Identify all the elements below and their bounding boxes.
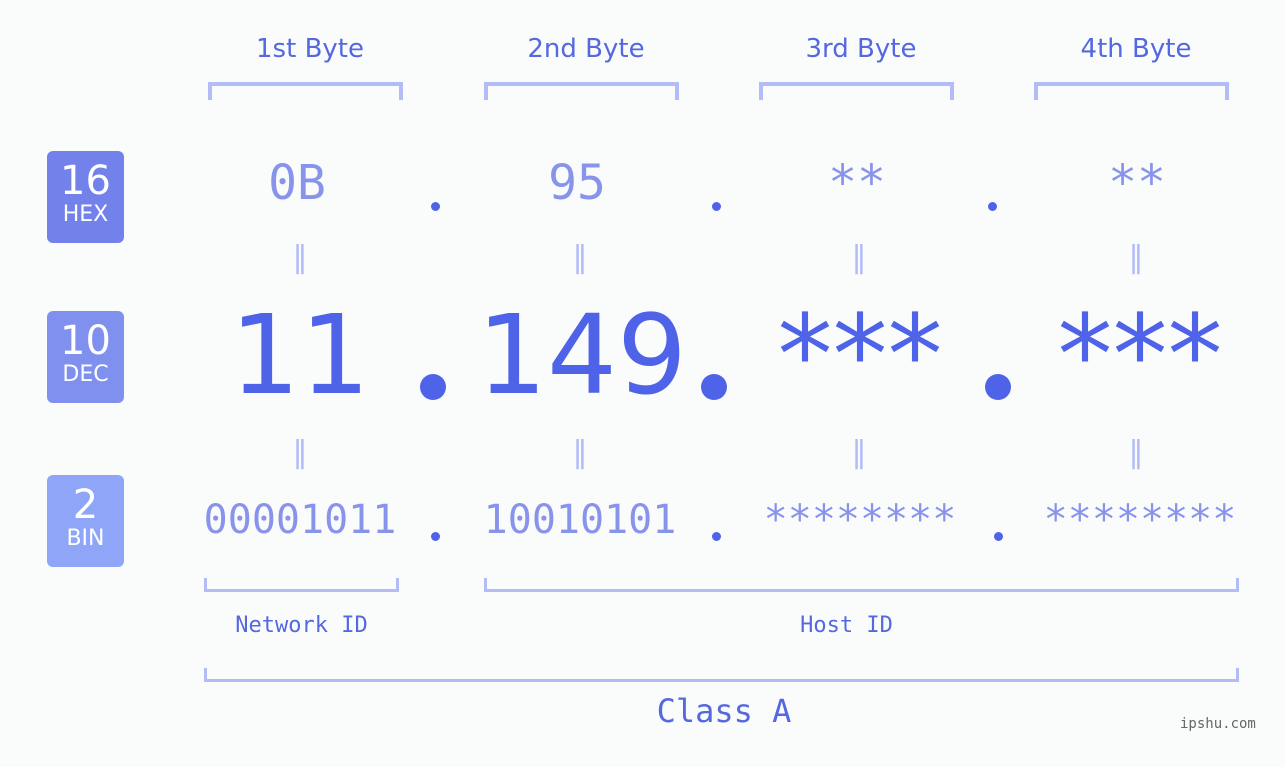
hex-dot-1: [431, 202, 440, 211]
byte-header-4: 4th Byte: [1080, 34, 1192, 64]
dec-badge: 10 DEC: [47, 311, 124, 403]
dec-value-2: 149: [477, 291, 687, 419]
dec-badge-number: 10: [60, 318, 111, 364]
hex-dot-2: [712, 202, 721, 211]
hex-dot-3: [988, 202, 997, 211]
equals-sign: ‖: [1128, 435, 1144, 470]
equals-sign: ‖: [851, 435, 867, 470]
class-bracket: [204, 668, 1239, 682]
dec-value-4: ***: [1057, 291, 1223, 419]
byte-bracket-4: [1034, 82, 1229, 100]
hex-value-4: **: [1108, 155, 1166, 211]
bin-value-3: ********: [763, 497, 957, 543]
dec-value-3: ***: [777, 291, 943, 419]
byte-header-1: 1st Byte: [256, 34, 364, 64]
hex-value-2: 95: [548, 155, 606, 211]
class-label: Class A: [656, 692, 792, 730]
equals-sign: ‖: [1128, 240, 1144, 275]
dec-value-1: 11: [230, 291, 370, 419]
bin-badge-number: 2: [72, 482, 99, 528]
equals-sign: ‖: [572, 435, 588, 470]
hex-value-3: **: [828, 155, 886, 211]
byte-header-2: 2nd Byte: [527, 34, 645, 64]
bin-value-4: ********: [1043, 497, 1237, 543]
equals-sign: ‖: [292, 435, 308, 470]
bin-badge: 2 BIN: [47, 475, 124, 567]
dec-badge-label: DEC: [62, 362, 109, 387]
network-id-label: Network ID: [235, 613, 368, 638]
hex-badge-number: 16: [60, 158, 111, 204]
bin-badge-label: BIN: [66, 526, 105, 551]
hex-badge: 16 HEX: [47, 151, 124, 243]
equals-sign: ‖: [851, 240, 867, 275]
bin-dot-1: [431, 532, 440, 541]
bin-value-2: 10010101: [483, 497, 677, 543]
equals-sign: ‖: [292, 240, 308, 275]
hex-value-1: 0B: [268, 155, 326, 211]
dec-dot-1: [420, 374, 446, 400]
bin-value-1: 00001011: [203, 497, 397, 543]
byte-bracket-1: [208, 82, 403, 100]
bin-dot-3: [994, 532, 1003, 541]
byte-bracket-3: [759, 82, 954, 100]
watermark: ipshu.com: [1180, 716, 1256, 732]
bin-dot-2: [712, 532, 721, 541]
byte-header-3: 3rd Byte: [805, 34, 917, 64]
hex-badge-label: HEX: [62, 202, 109, 227]
dec-dot-3: [985, 374, 1011, 400]
host-id-label: Host ID: [800, 613, 893, 638]
host-id-bracket: [484, 578, 1239, 592]
equals-sign: ‖: [572, 240, 588, 275]
dec-dot-2: [701, 374, 727, 400]
network-id-bracket: [204, 578, 399, 592]
byte-bracket-2: [484, 82, 679, 100]
